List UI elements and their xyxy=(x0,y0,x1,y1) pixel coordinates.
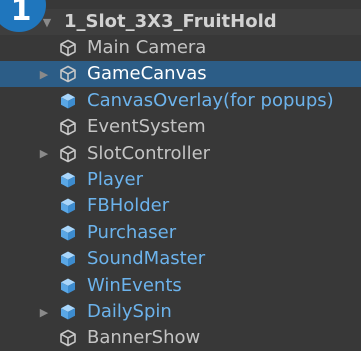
scene-root-row[interactable]: ▼ 1_Slot_3X3_FruitHold xyxy=(0,9,361,35)
hierarchy-item-label: Player xyxy=(87,169,144,190)
foldout-collapsed-icon[interactable]: ▶ xyxy=(37,299,51,325)
foldout-collapsed-icon[interactable]: ▶ xyxy=(37,61,51,87)
hierarchy-row-soundmaster[interactable]: SoundMaster xyxy=(0,246,361,272)
hierarchy-item-label: Main Camera xyxy=(87,37,207,58)
hierarchy-row-canvasoverlay-for-popups[interactable]: CanvasOverlay(for popups) xyxy=(0,88,361,114)
hierarchy-item-label: Purchaser xyxy=(87,221,177,243)
hierarchy-item-label: SlotController xyxy=(87,142,211,164)
hierarchy-row-purchaser[interactable]: Purchaser xyxy=(0,220,361,246)
hierarchy-row-bannershow[interactable]: BannerShow xyxy=(0,325,361,351)
hierarchy-row-player[interactable]: Player xyxy=(0,167,361,193)
prefab-icon xyxy=(58,196,78,216)
hierarchy-item-label: EventSystem xyxy=(87,116,206,138)
scene-name: 1_Slot_3X3_FruitHold xyxy=(64,11,277,32)
hierarchy-row-fbholder[interactable]: FBHolder xyxy=(0,193,361,219)
hierarchy-item-label: GameCanvas xyxy=(87,63,207,85)
gameobject-icon xyxy=(58,64,78,84)
gameobject-icon xyxy=(58,328,78,348)
foldout-collapsed-icon[interactable]: ▶ xyxy=(37,141,51,167)
prefab-icon xyxy=(58,276,78,296)
gameobject-icon xyxy=(58,38,78,58)
gameobject-icon xyxy=(58,117,78,137)
prefab-icon xyxy=(58,249,78,269)
prefab-icon xyxy=(58,170,78,190)
step-badge-number: 1 xyxy=(10,0,32,28)
gameobject-icon xyxy=(58,144,78,164)
hierarchy-row-slotcontroller[interactable]: ▶ SlotController xyxy=(0,141,361,167)
hierarchy-row-dailyspin[interactable]: ▶ DailySpin xyxy=(0,299,361,325)
hierarchy-item-label: FBHolder xyxy=(87,195,170,217)
hierarchy-item-label: CanvasOverlay(for popups) xyxy=(87,89,334,111)
hierarchy-row-winevents[interactable]: WinEvents xyxy=(0,273,361,299)
hierarchy-row-eventsystem[interactable]: EventSystem xyxy=(0,114,361,140)
prefab-icon xyxy=(58,302,78,322)
prefab-icon xyxy=(58,91,78,111)
hierarchy-item-label: WinEvents xyxy=(87,274,182,296)
hierarchy-item-label: SoundMaster xyxy=(87,248,206,270)
hierarchy-panel: ▼ 1_Slot_3X3_FruitHold 1 Main Camera ▶ Gam… xyxy=(0,0,361,351)
hierarchy-item-label: BannerShow xyxy=(87,327,201,349)
prefab-icon xyxy=(58,223,78,243)
hierarchy-row-main-camera[interactable]: Main Camera xyxy=(0,35,361,61)
hierarchy-row-gamecanvas[interactable]: ▶ GameCanvas xyxy=(0,61,361,88)
hierarchy-item-label: DailySpin xyxy=(87,301,172,322)
